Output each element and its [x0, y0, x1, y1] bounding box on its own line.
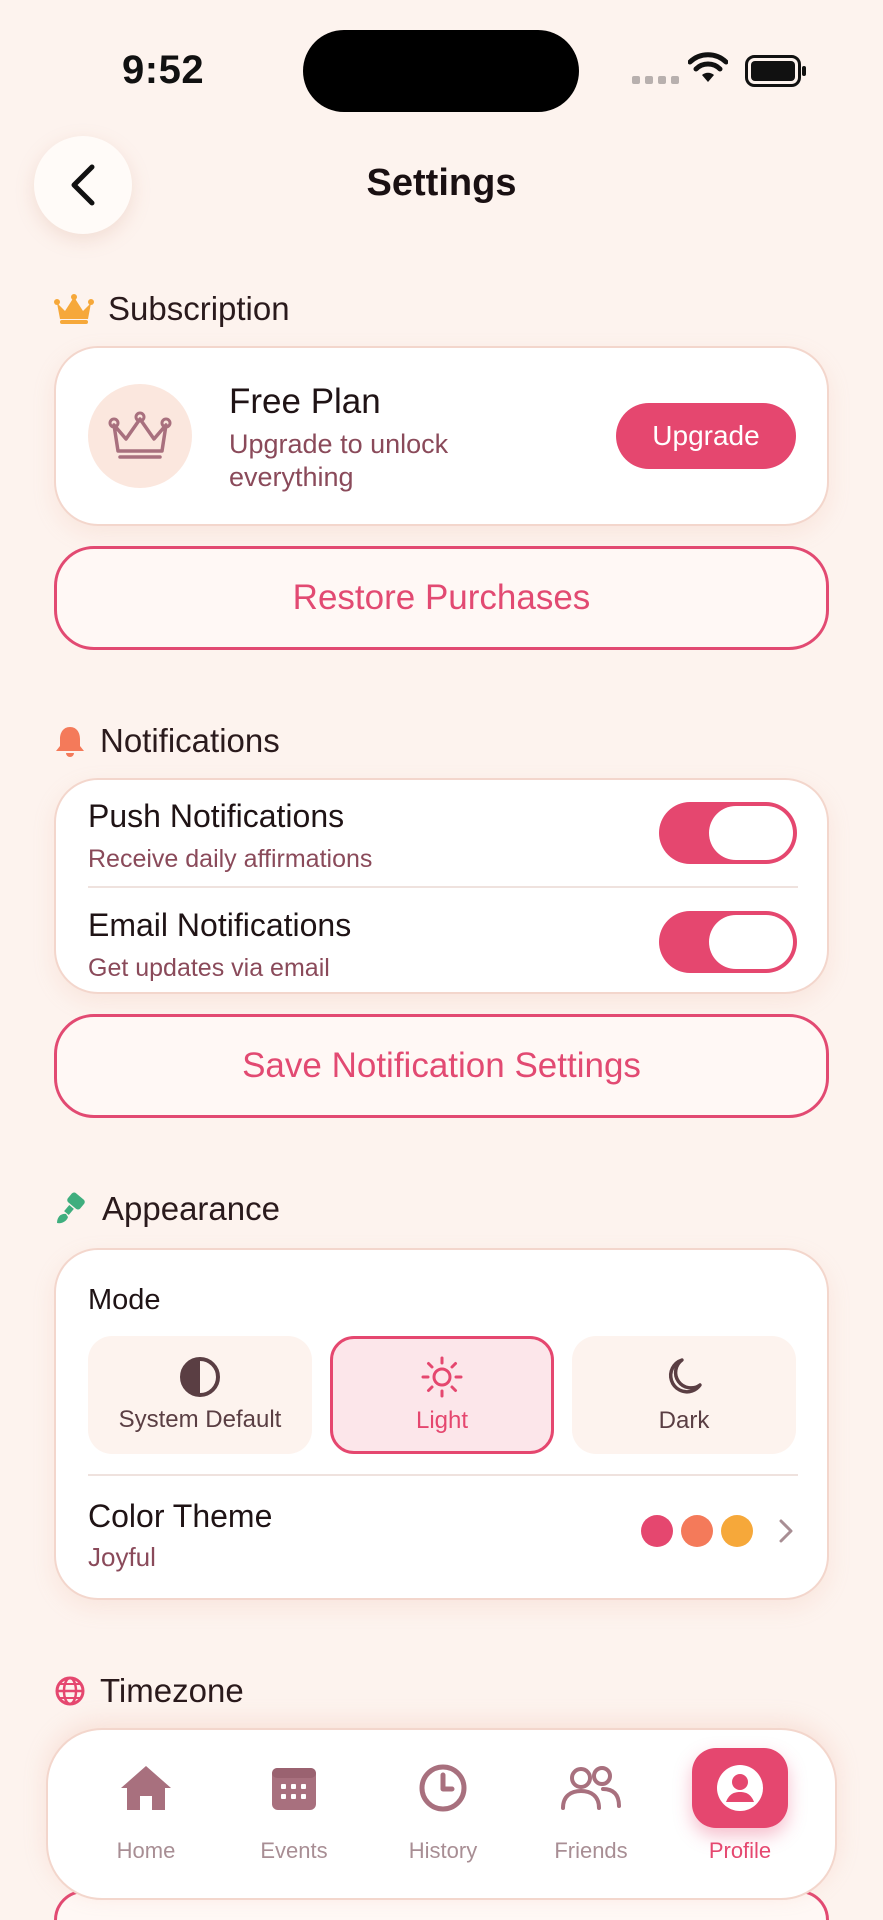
- save-notification-settings-button[interactable]: Save Notification Settings: [54, 1014, 829, 1118]
- tab-label: Profile: [708, 1838, 772, 1863]
- bell-icon: [56, 727, 84, 757]
- sun-icon: [421, 1356, 463, 1398]
- toggle-knob: [709, 915, 793, 969]
- page-title: Settings: [366, 162, 517, 204]
- tab-icon-wrap: [692, 1748, 788, 1828]
- notifications-card: Push Notifications Receive daily affirma…: [54, 778, 829, 994]
- wifi-icon: [688, 52, 728, 82]
- plan-description: Upgrade to unlock everything: [229, 429, 449, 492]
- subscription-section-header: Subscription: [54, 290, 290, 328]
- appearance-card: Mode System Default Light Dark Color The…: [54, 1248, 829, 1600]
- moon-icon: [669, 1358, 702, 1394]
- swatch-orange: [721, 1515, 753, 1547]
- tab-home[interactable]: Home: [91, 1748, 201, 1864]
- battery-icon: [745, 55, 806, 87]
- color-theme-value: Joyful: [88, 1542, 156, 1572]
- tab-icon-wrap: [98, 1748, 194, 1828]
- tab-icon-wrap: [543, 1748, 639, 1828]
- chevron-right-icon: [779, 1519, 793, 1543]
- color-theme-title: Color Theme: [88, 1498, 273, 1534]
- status-time: 9:52: [122, 48, 205, 92]
- notifications-section-header: Notifications: [54, 722, 280, 760]
- crown-icon: [54, 294, 94, 324]
- divider: [88, 1474, 798, 1476]
- mode-label: Mode: [88, 1284, 161, 1316]
- section-title-appearance: Appearance: [102, 1190, 280, 1227]
- color-theme-selector[interactable]: [641, 1515, 799, 1547]
- tab-label: Home: [116, 1838, 176, 1863]
- globe-icon: [55, 1676, 85, 1706]
- status-bar: 9:52: [0, 0, 883, 130]
- crown-outline-icon: [108, 411, 172, 459]
- cellular-signal-icon: [632, 76, 679, 84]
- divider: [88, 886, 798, 888]
- upgrade-button[interactable]: Upgrade: [616, 403, 796, 469]
- tab-label: Friends: [554, 1838, 628, 1863]
- dynamic-island: [303, 30, 579, 112]
- paintbrush-icon: [57, 1192, 85, 1224]
- appearance-section-header: Appearance: [54, 1190, 280, 1228]
- clock-icon: [419, 1764, 467, 1812]
- tab-icon-wrap: [246, 1748, 342, 1828]
- tab-label: History: [408, 1838, 478, 1863]
- section-title-notifications: Notifications: [100, 722, 280, 759]
- restore-purchases-button[interactable]: Restore Purchases: [54, 546, 829, 650]
- plan-name: Free Plan: [229, 382, 381, 421]
- tab-history[interactable]: History: [388, 1748, 498, 1864]
- subscription-card: Free Plan Upgrade to unlock everything U…: [54, 346, 829, 526]
- timezone-section-header: Timezone: [54, 1672, 244, 1710]
- tab-friends[interactable]: Friends: [536, 1748, 646, 1864]
- tab-label: Events: [260, 1838, 328, 1863]
- swatch-pink: [641, 1515, 673, 1547]
- calendar-icon: [272, 1768, 316, 1810]
- mode-option-label: Dark: [658, 1407, 710, 1434]
- bottom-tab-bar: Home Events History Friends Profile: [46, 1728, 837, 1900]
- push-notifications-toggle[interactable]: [659, 802, 797, 864]
- section-title-subscription: Subscription: [108, 290, 290, 327]
- toggle-knob: [709, 806, 793, 860]
- tab-icon-wrap: [395, 1748, 491, 1828]
- mode-option-dark[interactable]: Dark: [572, 1336, 796, 1454]
- mode-option-label: System Default: [118, 1406, 282, 1433]
- friends-icon: [561, 1766, 621, 1810]
- profile-icon: [717, 1765, 763, 1811]
- swatch-coral: [681, 1515, 713, 1547]
- section-title-timezone: Timezone: [100, 1672, 244, 1709]
- half-circle-icon: [180, 1357, 220, 1397]
- home-icon: [121, 1766, 171, 1810]
- tab-profile[interactable]: Profile: [685, 1748, 795, 1864]
- mode-option-system-default[interactable]: System Default: [88, 1336, 312, 1454]
- tab-events[interactable]: Events: [239, 1748, 349, 1864]
- mode-option-label: Light: [415, 1407, 469, 1434]
- plan-crown-badge: [88, 384, 192, 488]
- mode-option-light[interactable]: Light: [330, 1336, 554, 1454]
- email-notifications-toggle[interactable]: [659, 911, 797, 973]
